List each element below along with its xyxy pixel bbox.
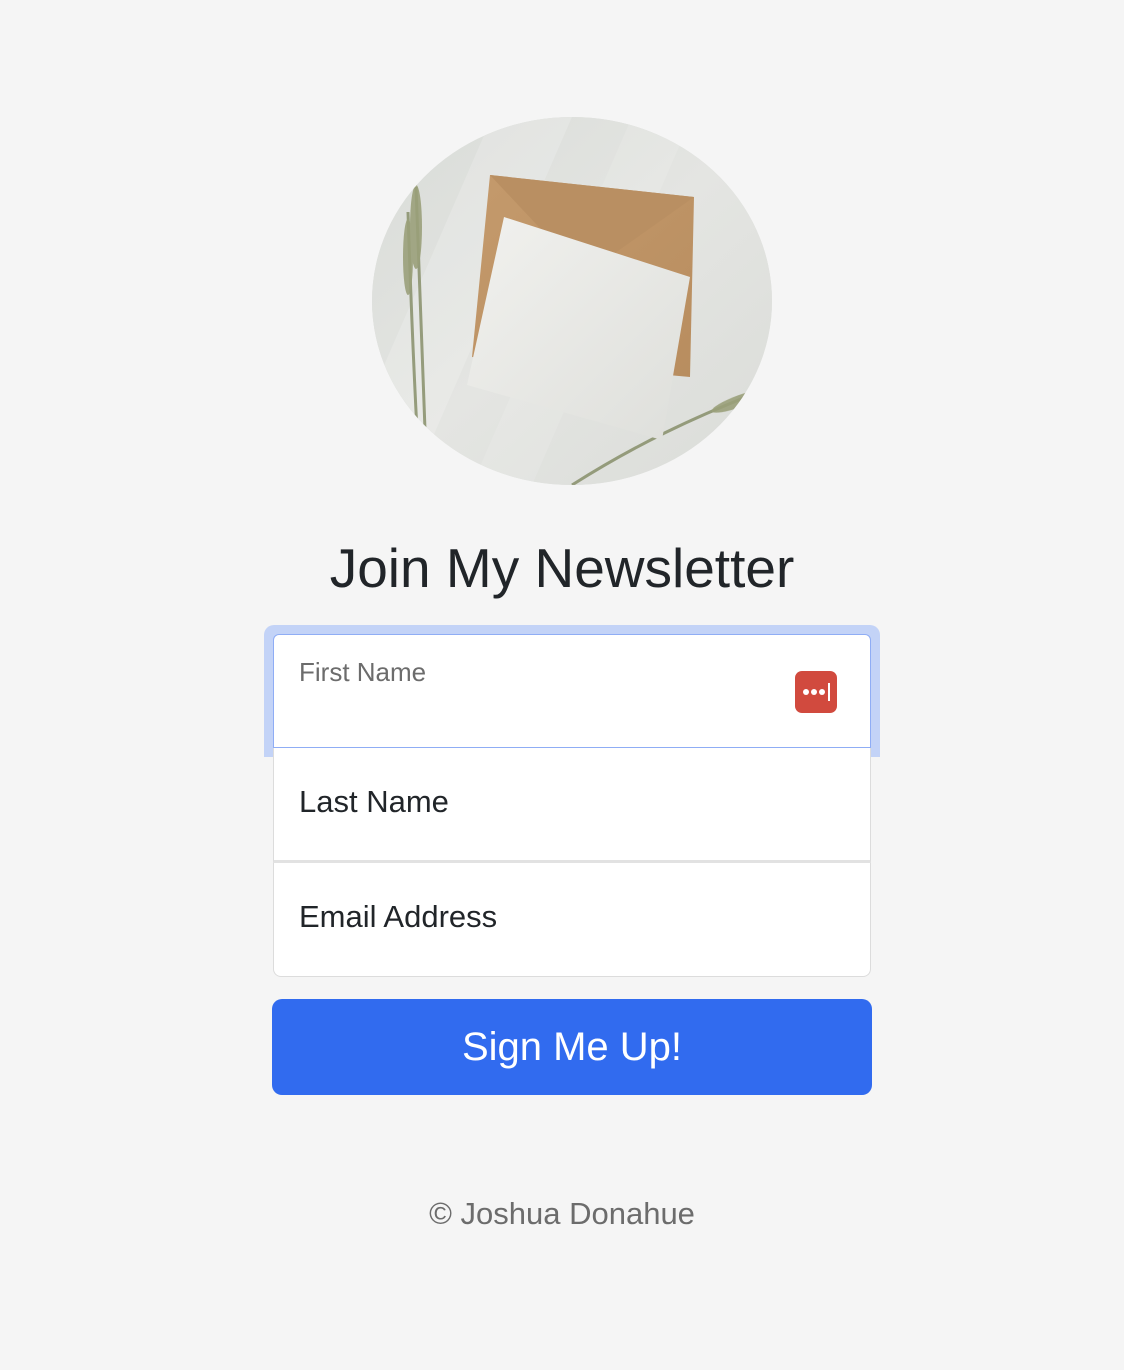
newsletter-hero-image [372, 117, 772, 485]
last-name-field[interactable]: Last Name [273, 748, 871, 863]
envelope-photo [372, 117, 772, 485]
first-name-input[interactable] [298, 693, 800, 729]
password-manager-icon[interactable] [795, 671, 837, 713]
newsletter-form: First Name Last Name Email Address [273, 634, 871, 977]
sign-up-button[interactable]: Sign Me Up! [272, 999, 872, 1095]
page-title: Join My Newsletter [329, 537, 795, 599]
footer-copyright: © Joshua Donahue [429, 1196, 695, 1231]
last-name-placeholder: Last Name [299, 784, 449, 819]
email-placeholder: Email Address [299, 899, 498, 934]
email-field[interactable]: Email Address [273, 863, 871, 977]
first-name-label: First Name [299, 657, 427, 687]
first-name-field[interactable]: First Name [273, 634, 871, 748]
